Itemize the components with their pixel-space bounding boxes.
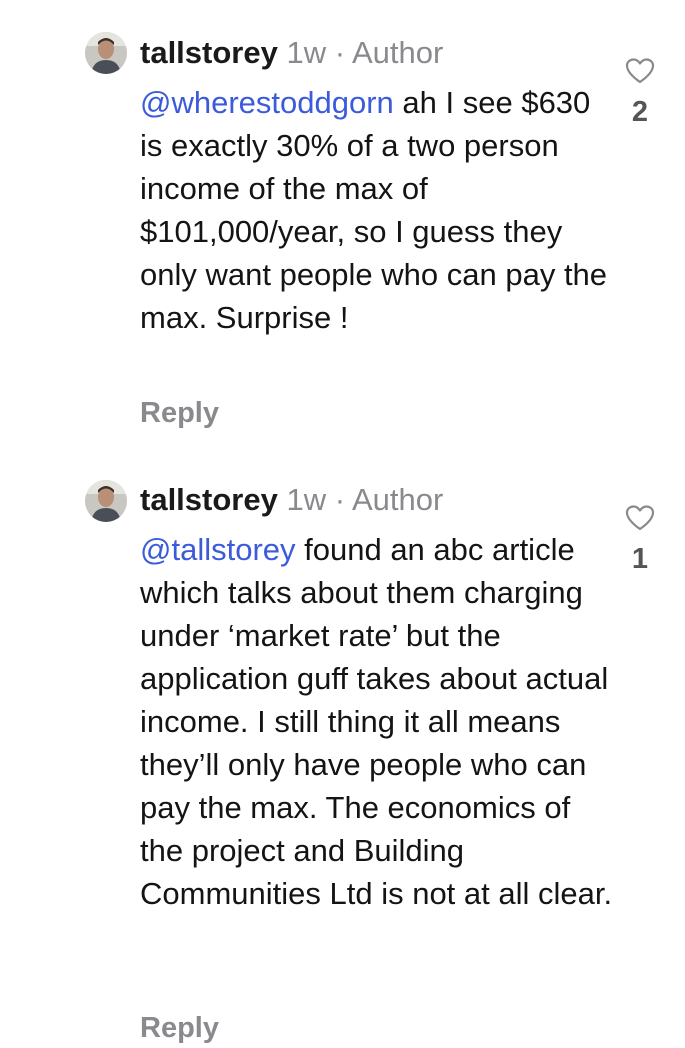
avatar-image: [85, 32, 127, 74]
like-block: 1: [615, 504, 665, 576]
avatar[interactable]: [85, 32, 127, 74]
author-badge: Author: [351, 35, 444, 70]
username[interactable]: tallstorey: [140, 35, 278, 70]
like-count: 1: [631, 543, 649, 575]
heart-outline-icon[interactable]: [625, 57, 655, 85]
mention-link[interactable]: @tallstorey: [140, 532, 296, 567]
reply-button[interactable]: Reply: [140, 1008, 219, 1048]
separator: ·: [334, 482, 346, 517]
like-count: 2: [631, 96, 649, 128]
separator: ·: [334, 35, 346, 70]
comment-body: ah I see $630 is exactly 30% of a two pe…: [140, 85, 608, 335]
timestamp: 1w: [286, 482, 327, 517]
comment-text: @wherestoddgorn ah I see $630 is exactly…: [140, 81, 620, 339]
mention-link[interactable]: @wherestoddgorn: [140, 85, 394, 120]
timestamp: 1w: [286, 35, 327, 70]
author-badge: Author: [351, 482, 444, 517]
like-block: 2: [615, 57, 665, 129]
avatar-image: [85, 480, 127, 522]
username[interactable]: tallstorey: [140, 482, 278, 517]
comment-text: @tallstorey found an abc article which t…: [140, 528, 620, 915]
avatar[interactable]: [85, 480, 127, 522]
reply-button[interactable]: Reply: [140, 393, 219, 433]
comment-body: found an abc article which talks about t…: [140, 532, 613, 911]
comment-meta: tallstorey 1w · Author: [140, 480, 443, 520]
heart-outline-icon[interactable]: [625, 504, 655, 532]
comment-meta: tallstorey 1w · Author: [140, 33, 443, 73]
